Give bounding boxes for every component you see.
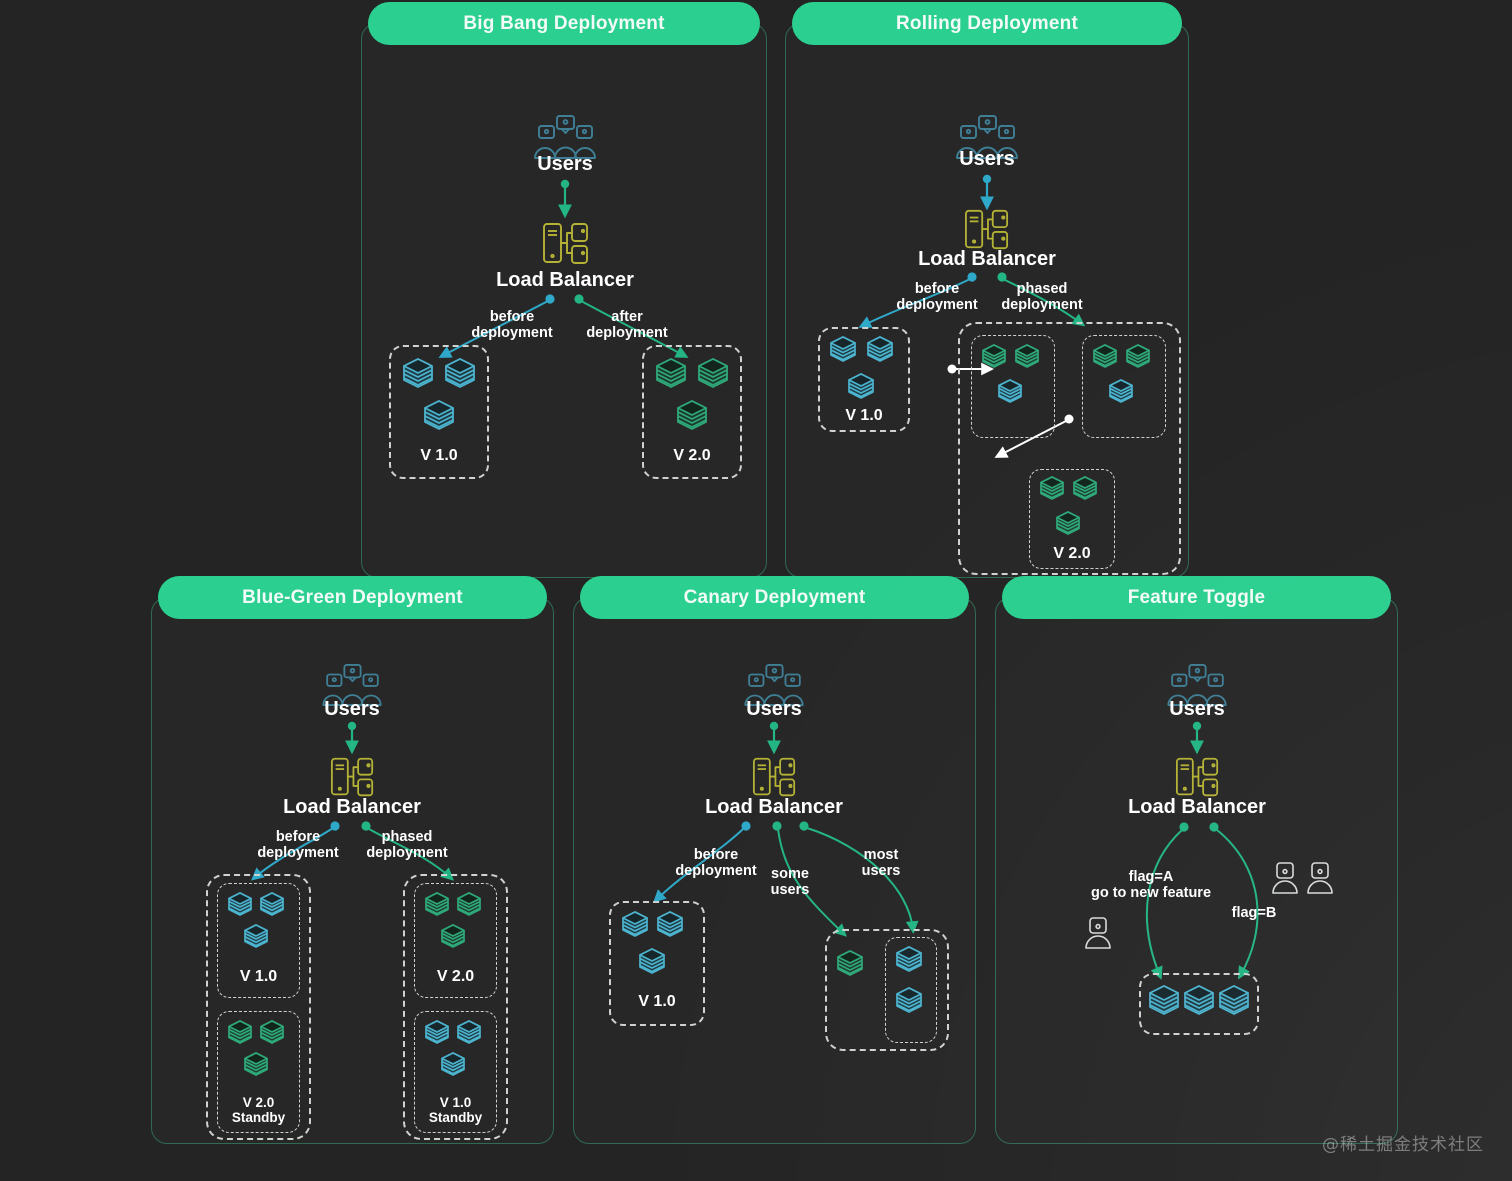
person-icon-right-1 bbox=[1271, 861, 1299, 900]
person-icon-left bbox=[1084, 916, 1112, 955]
edge-label-before-deployment: before deployment bbox=[896, 281, 978, 313]
server-cluster-blue bbox=[622, 911, 690, 996]
panel-body-blue-green: Users Load Balancer before deployment ph… bbox=[152, 598, 553, 1143]
users-label-canary: Users bbox=[746, 698, 802, 720]
server-single-green bbox=[837, 950, 867, 983]
edge-label-phased-deployment: phased deployment bbox=[1001, 281, 1083, 313]
panel-canary: Canary Deployment Users Load Balancer be… bbox=[573, 576, 976, 1144]
watermark: @稀土掘金技术社区 bbox=[1322, 1135, 1484, 1155]
panel-body-canary: Users Load Balancer before deployment so… bbox=[574, 598, 975, 1143]
edge-label-before-deployment: before deployment bbox=[257, 829, 339, 861]
server-cluster-green bbox=[425, 892, 487, 973]
server-cluster-green bbox=[228, 1020, 290, 1101]
load-balancer-label-blue-green: Load Balancer bbox=[283, 796, 421, 818]
version-label-v2: V 2.0 bbox=[1053, 545, 1091, 562]
load-balancer-label-rolling: Load Balancer bbox=[918, 248, 1056, 270]
version-label-v1: V 1.0 bbox=[638, 993, 676, 1010]
panel-feature-toggle: Feature Toggle Users Load Balancer flag=… bbox=[995, 576, 1398, 1144]
panel-body-big-bang: Users Load Balancer before deployment af… bbox=[362, 24, 766, 577]
panel-big-bang: Big Bang Deployment Users Load Balancer … bbox=[361, 2, 767, 578]
big-bang-connectors bbox=[438, 179, 689, 358]
panel-blue-green: Blue-Green Deployment Users Load Balance… bbox=[151, 576, 554, 1144]
server-cluster-blue bbox=[402, 357, 478, 448]
panel-body-feature-toggle: Users Load Balancer flag=A go to new fea… bbox=[996, 598, 1397, 1143]
edge-label-flag-a: flag=A go to new feature bbox=[1090, 869, 1212, 901]
load-balancer-icon bbox=[542, 220, 590, 273]
users-label-big-bang: Users bbox=[537, 153, 593, 175]
users-label-rolling: Users bbox=[959, 148, 1015, 170]
server-cluster-green bbox=[655, 357, 731, 448]
version-label-v2: V 2.0 bbox=[436, 968, 475, 985]
load-balancer-label-feature-toggle: Load Balancer bbox=[1128, 796, 1266, 818]
edge-label-phased-deployment: phased deployment bbox=[366, 829, 448, 861]
version-label-v2-standby: V 2.0 Standby bbox=[231, 1095, 286, 1125]
users-label-feature-toggle: Users bbox=[1169, 698, 1225, 720]
diagram-canvas: Big Bang Deployment Users Load Balancer … bbox=[0, 0, 1512, 1181]
load-balancer-label-canary: Load Balancer bbox=[705, 796, 843, 818]
server-cluster-mixed-a bbox=[982, 344, 1046, 421]
server-cluster-blue bbox=[425, 1020, 487, 1101]
edge-label-before-deployment: before deployment bbox=[471, 309, 553, 341]
version-label-v1: V 1.0 bbox=[845, 407, 883, 424]
version-label-v2: V 2.0 bbox=[673, 447, 711, 464]
server-cluster-mixed-b bbox=[1093, 344, 1157, 421]
server-cluster-blue bbox=[830, 336, 898, 417]
server-cluster-green bbox=[1040, 476, 1104, 553]
edge-label-most-users: most users bbox=[861, 847, 901, 879]
edge-label-some-users: some users bbox=[770, 866, 810, 898]
load-balancer-label-big-bang: Load Balancer bbox=[496, 269, 634, 291]
version-label-v1: V 1.0 bbox=[420, 447, 458, 464]
version-label-v1-standby: V 1.0 Standby bbox=[428, 1095, 483, 1125]
server-row-blue bbox=[1149, 983, 1253, 1030]
server-cluster-blue bbox=[228, 892, 290, 973]
users-label-blue-green: Users bbox=[324, 698, 380, 720]
panel-body-rolling: Users Load Balancer before deployment ph… bbox=[786, 24, 1188, 577]
edge-label-after-deployment: after deployment bbox=[586, 309, 668, 341]
panel-rolling: Rolling Deployment Users Load Balancer b… bbox=[785, 2, 1189, 578]
person-icon-right-2 bbox=[1306, 861, 1334, 900]
edge-label-flag-b: flag=B bbox=[1231, 905, 1277, 921]
server-stack-blue bbox=[896, 946, 926, 1041]
version-label-v1: V 1.0 bbox=[239, 968, 278, 985]
